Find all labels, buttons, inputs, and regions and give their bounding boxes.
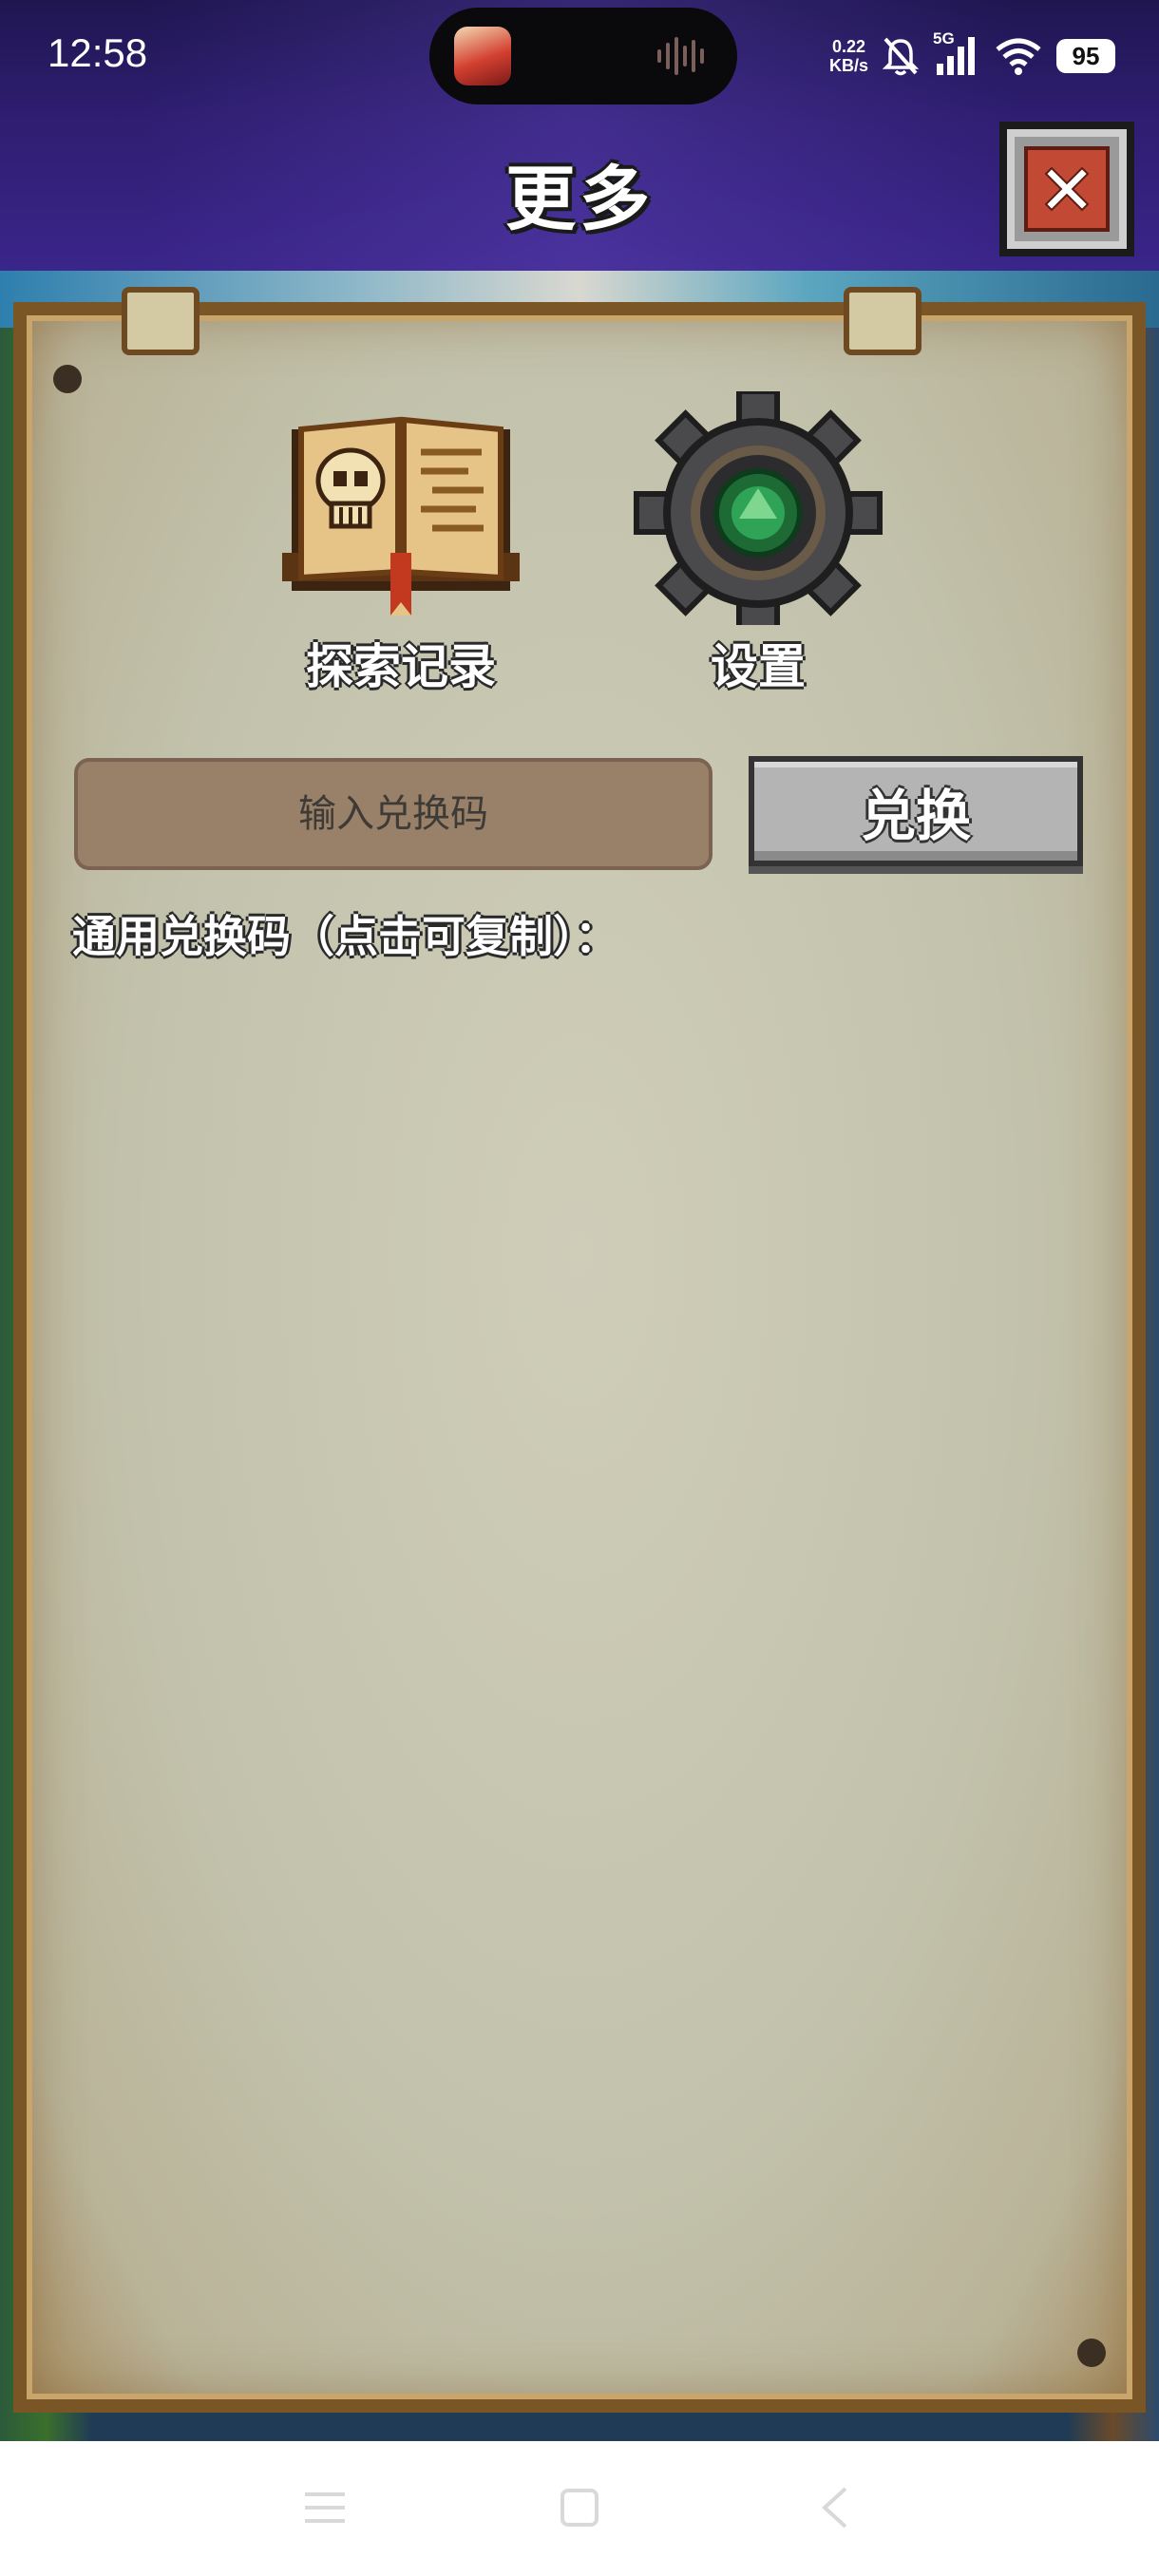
wifi-icon xyxy=(996,38,1041,75)
redeem-code-input[interactable] xyxy=(74,758,712,870)
page-title: 更多 xyxy=(505,159,654,240)
header: 12:58 0.22 KB/s 5G 95 更多 xyxy=(0,0,1159,271)
close-icon xyxy=(1024,146,1110,232)
gear-icon xyxy=(630,388,886,637)
parchment-panel xyxy=(13,287,1146,2413)
app-notification-icon xyxy=(454,27,511,85)
paper-curl xyxy=(122,287,200,355)
bell-muted-icon xyxy=(882,37,920,76)
cellular-signal-icon: 5G xyxy=(933,29,980,77)
rivet xyxy=(1077,2339,1106,2367)
close-button[interactable] xyxy=(999,122,1134,256)
home-square-icon xyxy=(560,2489,598,2527)
home-nav-button[interactable] xyxy=(551,2479,608,2536)
net-speed: 0.22 KB/s xyxy=(829,37,868,75)
net-speed-value: 0.22 xyxy=(831,37,866,56)
menu-label-settings: 设置 xyxy=(711,639,806,694)
menu-item-exploration-log[interactable]: 探索记录 xyxy=(258,391,543,697)
menu-nav-button[interactable] xyxy=(296,2479,353,2536)
status-time: 12:58 xyxy=(48,30,148,75)
battery-level: 95 xyxy=(1056,39,1115,73)
paper-curl xyxy=(844,287,922,355)
net-speed-unit: KB/s xyxy=(828,56,868,75)
redeem-button[interactable]: 兑换 xyxy=(749,756,1083,866)
menu-label-exploration-log: 探索记录 xyxy=(306,639,496,694)
audio-wave-icon xyxy=(657,36,711,76)
back-nav-button[interactable] xyxy=(806,2479,863,2536)
camera-notch xyxy=(429,8,737,104)
skull-book-icon xyxy=(273,391,529,625)
back-chevron-icon xyxy=(822,2487,847,2529)
menu-lines-icon xyxy=(305,2492,345,2523)
menu-item-settings[interactable]: 设置 xyxy=(616,388,901,697)
rivet xyxy=(53,365,82,393)
system-nav-bar xyxy=(0,2441,1159,2576)
status-icons: 0.22 KB/s 5G 95 xyxy=(829,29,1115,82)
universal-codes-label: 通用兑换码（点击可复制）： xyxy=(72,911,618,962)
